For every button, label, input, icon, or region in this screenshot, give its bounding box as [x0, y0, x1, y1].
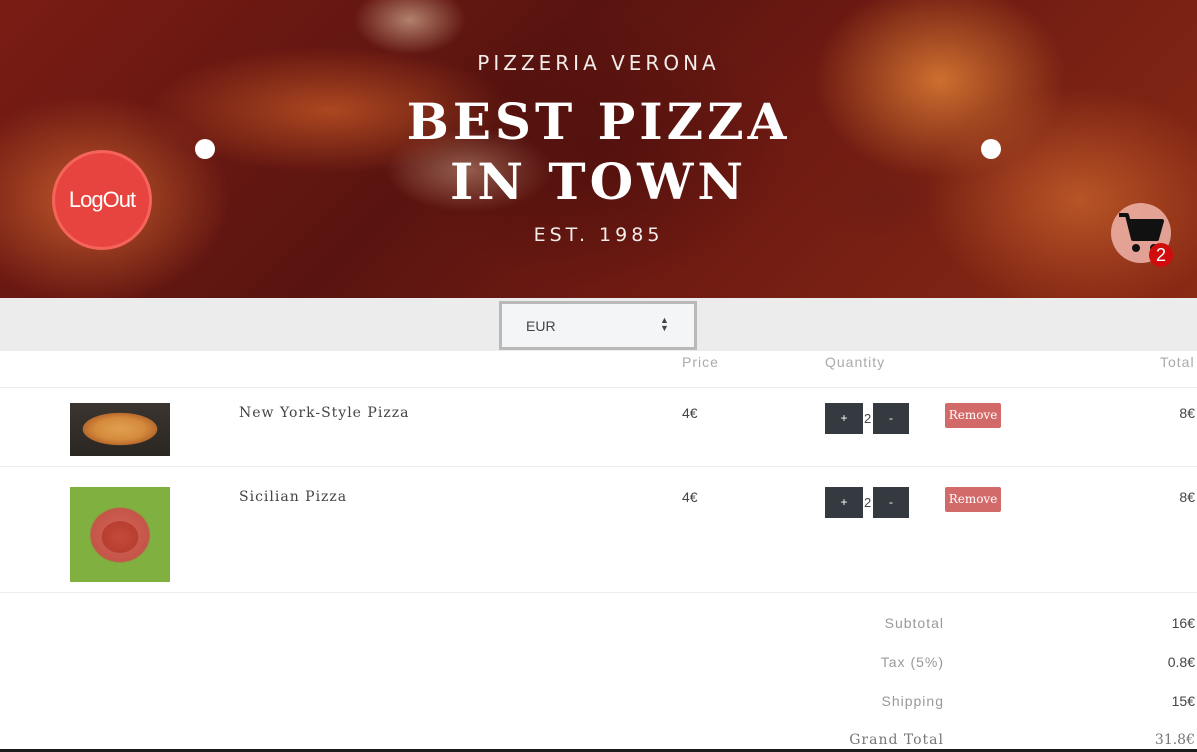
- select-arrows-icon: ▲ ▼: [660, 315, 669, 333]
- hero-est: EST. 1985: [533, 224, 664, 246]
- increase-quantity-button[interactable]: +: [825, 487, 863, 518]
- quantity-value: 2: [864, 411, 872, 426]
- grand-total-value: 31.8€: [1154, 732, 1195, 748]
- increase-quantity-button[interactable]: +: [825, 403, 863, 434]
- currency-selected-value: EUR: [526, 318, 556, 334]
- cart-count-badge: 2: [1149, 243, 1173, 267]
- column-header-total: Total: [1160, 354, 1195, 370]
- column-header-price: Price: [682, 354, 719, 370]
- currency-select[interactable]: EUR ▲ ▼: [499, 301, 697, 350]
- hero-banner: PIZZERIA VERONA BEST PIZZA IN TOWN EST. …: [0, 0, 1197, 298]
- product-name: New York-Style Pizza: [239, 405, 410, 421]
- row-total: 8€: [1179, 489, 1195, 505]
- hero-title-line2: IN TOWN: [449, 152, 748, 211]
- shipping-label: Shipping: [881, 693, 944, 709]
- quantity-value: 2: [864, 495, 872, 510]
- decrease-quantity-button[interactable]: -: [873, 487, 909, 518]
- column-header-quantity: Quantity: [825, 354, 886, 370]
- product-name: Sicilian Pizza: [239, 489, 348, 505]
- logout-button[interactable]: LogOut: [52, 150, 152, 250]
- subtotal-value: 16€: [1171, 615, 1195, 631]
- divider: [0, 387, 1197, 388]
- shipping-value: 15€: [1171, 693, 1195, 709]
- remove-item-button[interactable]: Remove: [945, 487, 1001, 512]
- grand-total-label: Grand Total: [849, 732, 944, 748]
- hero-title: BEST PIZZA IN TOWN: [0, 92, 1197, 212]
- product-price: 4€: [682, 405, 698, 421]
- tax-label: Tax (5%): [880, 654, 944, 670]
- row-total: 8€: [1179, 405, 1195, 421]
- subtotal-label: Subtotal: [884, 615, 944, 631]
- divider: [0, 592, 1197, 593]
- product-image-new-york-pizza: [70, 403, 170, 456]
- carousel-dot-left[interactable]: [195, 139, 215, 159]
- hero-subtitle: PIZZERIA VERONA: [477, 51, 720, 75]
- remove-item-button[interactable]: Remove: [945, 403, 1001, 428]
- divider: [0, 466, 1197, 467]
- decrease-quantity-button[interactable]: -: [873, 403, 909, 434]
- hero-title-line1: BEST PIZZA: [406, 92, 791, 151]
- product-price: 4€: [682, 489, 698, 505]
- tax-value: 0.8€: [1167, 654, 1195, 670]
- carousel-dot-right[interactable]: [981, 139, 1001, 159]
- product-image-sicilian-pizza: [70, 487, 170, 582]
